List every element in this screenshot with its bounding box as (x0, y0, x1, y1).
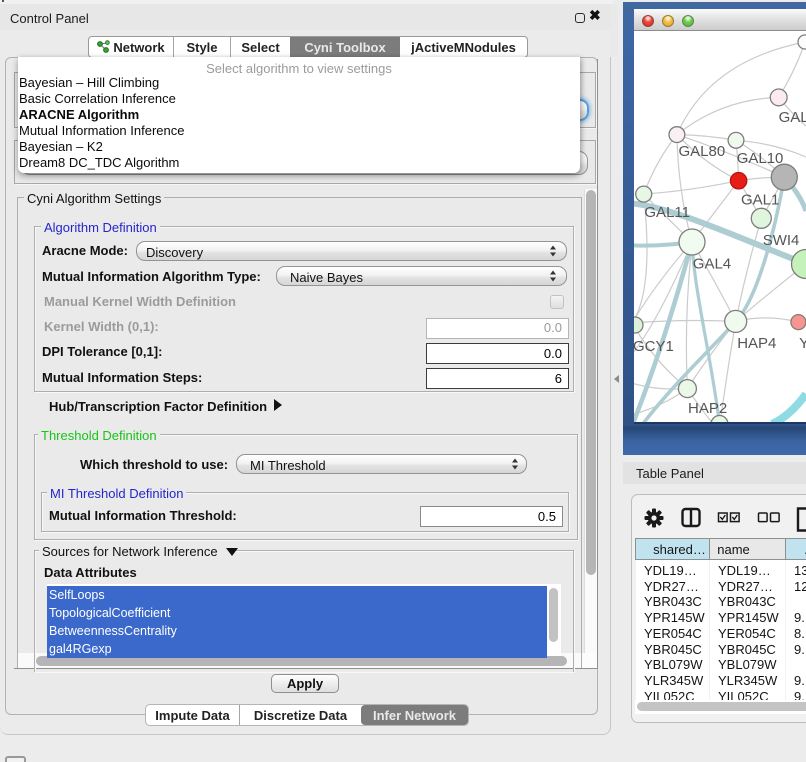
svg-text:GCY1: GCY1 (634, 338, 674, 355)
svg-text:GAL10: GAL10 (737, 150, 784, 167)
svg-text:Y: Y (799, 335, 806, 352)
svg-text:GAL80: GAL80 (679, 143, 726, 160)
svg-text:SWI4: SWI4 (763, 232, 800, 249)
svg-text:GAL4: GAL4 (693, 255, 731, 272)
svg-text:HAP4: HAP4 (737, 335, 776, 352)
svg-text:GAL7: GAL7 (779, 109, 806, 126)
svg-text:GAL11: GAL11 (644, 204, 690, 221)
svg-text:HAP2: HAP2 (688, 400, 727, 417)
svg-text:GAL1: GAL1 (741, 191, 779, 208)
